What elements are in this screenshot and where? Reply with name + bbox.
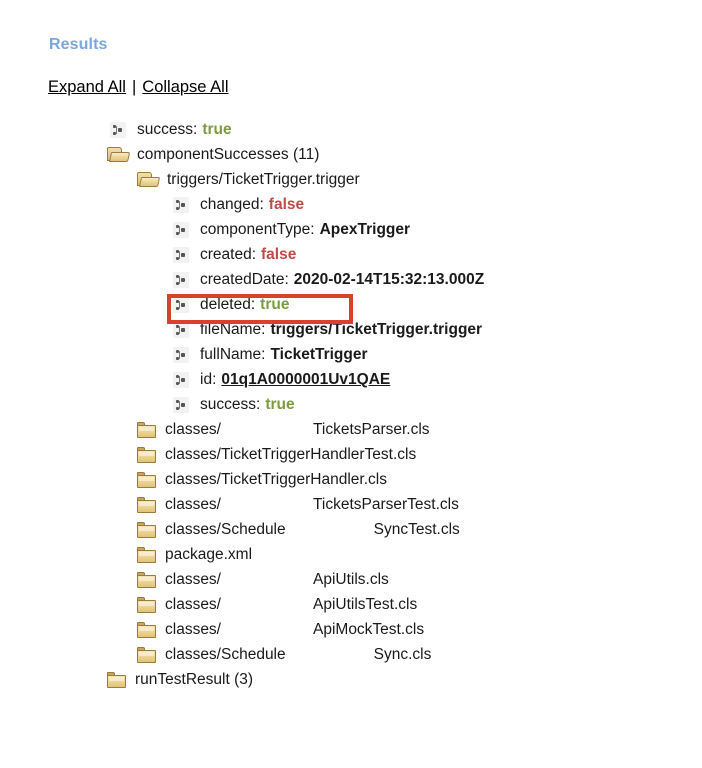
field-key: fileName:: [200, 321, 266, 338]
leaf-node-icon[interactable]: [173, 196, 189, 213]
leaf-node-icon[interactable]: [173, 221, 189, 238]
tree-row-file[interactable]: classes/ApiMockTest.cls: [0, 617, 702, 642]
file-path-suffix: Sync.cls: [373, 646, 432, 663]
leaf-node-icon[interactable]: [173, 371, 189, 388]
file-path-suffix: TicketsParserTest.cls: [313, 496, 459, 513]
tree-row-field[interactable]: fullName: TicketTrigger: [0, 342, 702, 367]
tree-row-field[interactable]: success: true: [0, 392, 702, 417]
tree-row-field[interactable]: id: 01q1A0000001Uv1QAE: [0, 367, 702, 392]
node-label: componentSuccesses (11): [137, 146, 320, 163]
folder-open-icon[interactable]: [107, 146, 131, 163]
field-value: 2020-02-14T15:32:13.000Z: [293, 271, 485, 288]
folder-closed-icon[interactable]: [137, 496, 156, 513]
leaf-node-icon[interactable]: [173, 246, 189, 263]
folder-closed-icon[interactable]: [137, 471, 156, 488]
folder-closed-icon[interactable]: [137, 446, 156, 463]
folder-closed-icon[interactable]: [107, 671, 126, 688]
field-key: componentType:: [200, 221, 315, 238]
field-value: triggers/TicketTrigger.trigger: [270, 321, 483, 338]
field-value: true: [265, 396, 295, 413]
collapse-all-link[interactable]: Collapse All: [142, 78, 228, 96]
folder-closed-icon[interactable]: [137, 521, 156, 538]
field-key: created:: [200, 246, 257, 263]
file-path-suffix: ApiUtils.cls: [313, 571, 389, 588]
field-key: deleted:: [200, 296, 256, 313]
tree-toolbar: Expand All | Collapse All: [48, 78, 229, 97]
file-path-suffix: ApiMockTest.cls: [313, 621, 425, 638]
file-path-prefix: classes/: [165, 596, 221, 613]
leaf-node-icon[interactable]: [173, 271, 189, 288]
folder-closed-icon[interactable]: [137, 571, 156, 588]
tree-row-field[interactable]: changed: false: [0, 192, 702, 217]
file-path-suffix: SyncTest.cls: [373, 521, 460, 538]
tree-row-field[interactable]: deleted: true: [0, 292, 702, 317]
file-path-prefix: classes/TicketTriggerHandlerTest.cls: [165, 446, 417, 463]
field-key: changed:: [200, 196, 264, 213]
tree-row-file[interactable]: classes/TicketTriggerHandlerTest.cls: [0, 442, 702, 467]
file-path-prefix: classes/Schedule: [165, 521, 286, 538]
leaf-node-icon[interactable]: [173, 346, 189, 363]
folder-open-icon[interactable]: [137, 171, 161, 188]
field-value: true: [202, 121, 232, 138]
expand-all-link[interactable]: Expand All: [48, 78, 126, 96]
node-label: triggers/TicketTrigger.trigger: [167, 171, 360, 188]
results-tree: success: true componentSuccesses (11) trigg…: [0, 117, 702, 692]
node-label: runTestResult (3): [135, 671, 254, 688]
leaf-node-icon[interactable]: [173, 396, 189, 413]
tree-row-field[interactable]: created: false: [0, 242, 702, 267]
results-page: { "header": { "title": "Results", "expan…: [0, 0, 702, 768]
field-value: false: [261, 246, 297, 263]
field-key: success:: [200, 396, 261, 413]
tree-row-run-test-result[interactable]: runTestResult (3): [0, 667, 702, 692]
folder-closed-icon[interactable]: [137, 646, 156, 663]
tree-row-file[interactable]: classes/TicketsParser.cls: [0, 417, 702, 442]
file-path-prefix: classes/TicketTriggerHandler.cls: [165, 471, 387, 488]
tree-row-field[interactable]: fileName: triggers/TicketTrigger.trigger: [0, 317, 702, 342]
field-value: ApexTrigger: [319, 221, 411, 238]
tree-row-component-successes[interactable]: componentSuccesses (11): [0, 142, 702, 167]
tree-row-file[interactable]: classes/TicketTriggerHandler.cls: [0, 467, 702, 492]
folder-closed-icon[interactable]: [137, 621, 156, 638]
tree-row-field[interactable]: createdDate: 2020-02-14T15:32:13.000Z: [0, 267, 702, 292]
field-key: createdDate:: [200, 271, 289, 288]
field-value: false: [268, 196, 305, 213]
tree-row-success-root[interactable]: success: true: [0, 117, 702, 142]
file-path-suffix: ApiUtilsTest.cls: [313, 596, 418, 613]
toolbar-separator: |: [131, 78, 137, 96]
file-path-prefix: classes/: [165, 621, 221, 638]
field-key: id:: [200, 371, 217, 388]
folder-closed-icon[interactable]: [137, 421, 156, 438]
file-path-suffix: TicketsParser.cls: [313, 421, 430, 438]
field-value[interactable]: 01q1A0000001Uv1QAE: [221, 367, 390, 392]
field-key: fullName:: [200, 346, 266, 363]
tree-row-file[interactable]: classes/ApiUtils.cls: [0, 567, 702, 592]
tree-row-file[interactable]: package.xml: [0, 542, 702, 567]
tree-row-file[interactable]: classes/Schedule SyncTest.cls: [0, 517, 702, 542]
file-path-prefix: classes/: [165, 571, 221, 588]
folder-closed-icon[interactable]: [137, 546, 156, 563]
file-path-prefix: classes/: [165, 496, 221, 513]
tree-row-trigger-node[interactable]: triggers/TicketTrigger.trigger: [0, 167, 702, 192]
field-value: true: [260, 296, 290, 313]
tree-row-file[interactable]: classes/Schedule Sync.cls: [0, 642, 702, 667]
folder-closed-icon[interactable]: [137, 596, 156, 613]
field-key: success:: [137, 121, 198, 138]
file-path-prefix: package.xml: [165, 546, 253, 563]
tree-row-field[interactable]: componentType: ApexTrigger: [0, 217, 702, 242]
file-path-prefix: classes/Schedule: [165, 646, 286, 663]
field-value: TicketTrigger: [270, 346, 368, 363]
tree-row-file[interactable]: classes/ApiUtilsTest.cls: [0, 592, 702, 617]
tree-row-file[interactable]: classes/TicketsParserTest.cls: [0, 492, 702, 517]
file-path-prefix: classes/: [165, 421, 221, 438]
page-title: Results: [49, 36, 108, 53]
leaf-node-icon[interactable]: [173, 321, 189, 338]
leaf-node-icon[interactable]: [173, 296, 189, 313]
leaf-node-icon[interactable]: [110, 121, 126, 138]
